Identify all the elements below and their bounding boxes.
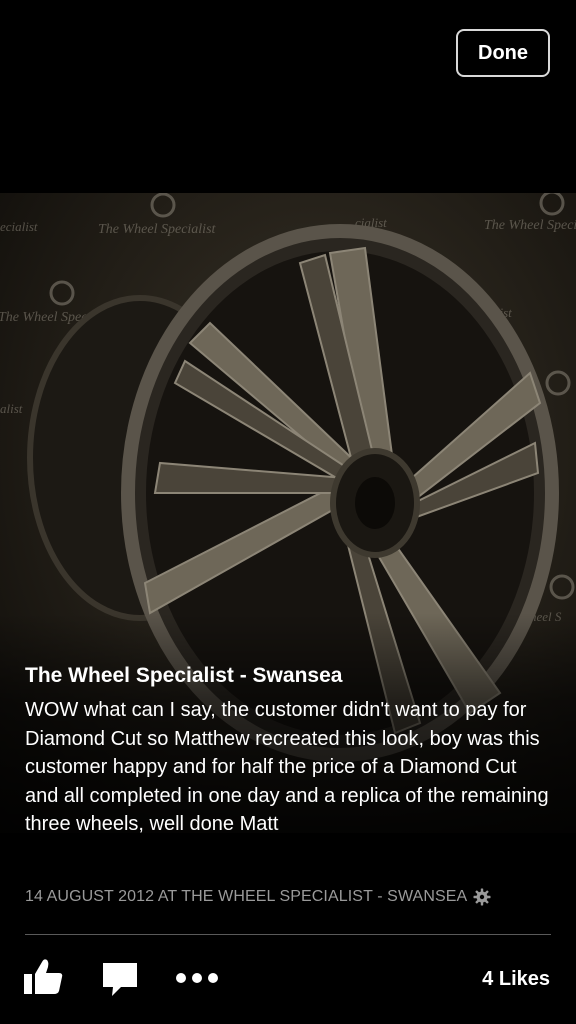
post-meta-text: 14 AUGUST 2012 AT THE WHEEL SPECIALIST -… [25, 888, 468, 905]
watermark-text: The Wheel Specialist [484, 218, 576, 233]
post-body: WOW what can I say, the customer didn't … [25, 699, 549, 835]
more-dots-icon[interactable] [175, 972, 219, 984]
comment-bubble-icon[interactable] [103, 963, 139, 997]
svg-text:ecialist: ecialist [0, 219, 38, 234]
watermark-logo [545, 370, 571, 396]
thumbs-up-icon[interactable] [24, 958, 64, 996]
divider [25, 934, 551, 935]
gear-icon[interactable] [473, 888, 491, 906]
post-title[interactable]: The Wheel Specialist - Swansea [25, 662, 555, 690]
done-button[interactable]: Done [456, 29, 550, 77]
watermark-logo: The Wheel Specialist [484, 193, 576, 233]
likes-count[interactable]: 4 Likes [482, 968, 550, 991]
post-meta: 14 AUGUST 2012 AT THE WHEEL SPECIALIST -… [25, 885, 555, 909]
post-caption: The Wheel Specialist - Swansea WOW what … [25, 662, 555, 839]
watermark-text: The Wheel Specialist [98, 222, 217, 237]
svg-text:alist: alist [0, 401, 23, 416]
watermark-logo [549, 574, 575, 600]
watermark-logo: The Wheel Specialist [98, 193, 217, 237]
